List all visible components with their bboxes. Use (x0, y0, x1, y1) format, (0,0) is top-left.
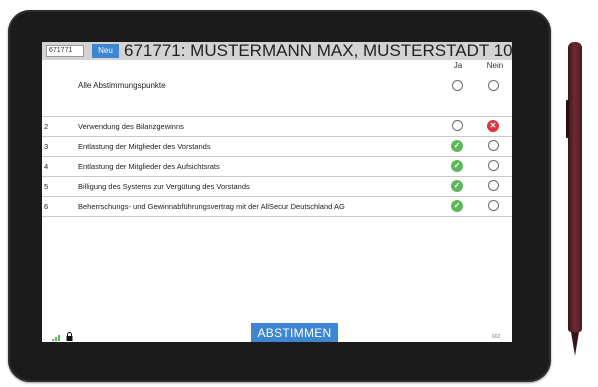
agenda-row-6: 6 Beherrschungs- und Gewinnabführungsver… (42, 196, 512, 216)
item-text: Billigung des Systems zur Vergütung des … (78, 182, 250, 191)
item-number: 2 (44, 122, 49, 131)
all-no-radio[interactable] (488, 80, 499, 91)
check-circle-icon[interactable]: ✓ (451, 180, 463, 192)
no-radio-icon[interactable] (488, 180, 499, 191)
item-text: Entlastung der Mitglieder des Aufsichtsr… (78, 162, 220, 171)
stylus-tip (571, 332, 579, 356)
check-circle-icon[interactable]: ✓ (451, 200, 463, 212)
all-yes-radio[interactable] (452, 80, 463, 91)
stylus-clip (566, 100, 569, 138)
item-number: 4 (44, 162, 49, 171)
page-title: 671771: MUSTERMANN MAX, MUSTERSTADT 10 (124, 42, 512, 60)
signal-icon (52, 335, 60, 341)
no-radio-icon[interactable] (488, 160, 499, 171)
agenda-row-2: 2 Verwendung des Bilanzgewinns ✕ (42, 116, 512, 136)
all-items-label: Alle Abstimmungspunkte (78, 81, 166, 90)
item-number: 5 (44, 182, 49, 191)
item-text: Beherrschungs- und Gewinnabführungsvertr… (78, 202, 345, 211)
stylus-pen (568, 42, 582, 332)
page-number: 602 (492, 334, 501, 340)
item-text: Verwendung des Bilanzgewinns (78, 122, 184, 131)
header-bar: 671771 Neu 671771: MUSTERMANN MAX, MUSTE… (42, 42, 512, 60)
agenda-row-5: 5 Billigung des Systems zur Vergütung de… (42, 176, 512, 196)
no-radio-icon[interactable] (488, 200, 499, 211)
submit-vote-button[interactable]: ABSTIMMEN (251, 323, 338, 342)
app-screen: 671771 Neu 671771: MUSTERMANN MAX, MUSTE… (42, 42, 512, 342)
no-radio-icon[interactable] (488, 140, 499, 151)
item-text: Entlastung der Mitglieder des Vorstands (78, 142, 211, 151)
agenda-row-3: 3 Entlastung der Mitglieder des Vorstand… (42, 136, 512, 156)
yes-radio-icon[interactable] (452, 120, 463, 131)
item-number: 6 (44, 202, 49, 211)
check-circle-icon[interactable]: ✓ (451, 140, 463, 152)
shareholder-id-input[interactable]: 671771 (46, 45, 84, 57)
column-header-yes: Ja (453, 61, 463, 70)
cross-circle-icon[interactable]: ✕ (487, 120, 499, 132)
new-button[interactable]: Neu (92, 44, 119, 58)
divider (42, 216, 512, 217)
column-header-no: Nein (486, 61, 504, 70)
check-circle-icon[interactable]: ✓ (451, 160, 463, 172)
item-number: 3 (44, 142, 49, 151)
lock-icon (66, 332, 73, 341)
agenda-row-4: 4 Entlastung der Mitglieder des Aufsicht… (42, 156, 512, 176)
